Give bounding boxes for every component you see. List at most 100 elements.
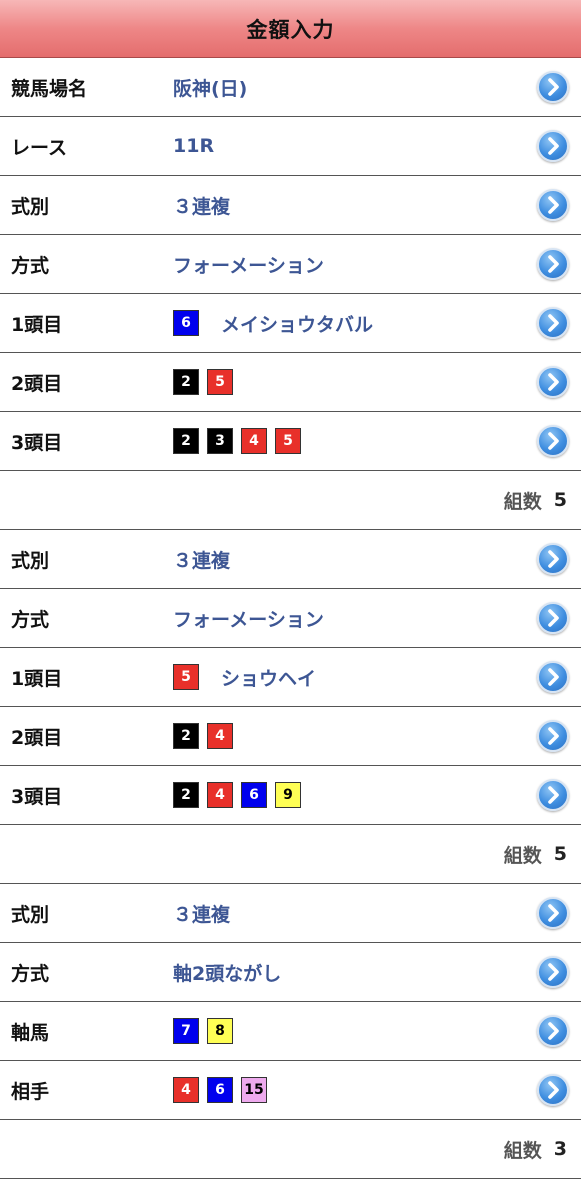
- venue-row-label: 競馬場名: [11, 77, 88, 100]
- horse-number-badge: 5: [275, 428, 301, 454]
- horse-number-badge: 9: [275, 782, 301, 808]
- first-horse-row-value: 6 メイショウタバル: [163, 310, 581, 337]
- combination-count-label: 組数: [503, 490, 542, 513]
- combination-count-value: 3: [553, 1138, 567, 1160]
- chevron-right-icon[interactable]: [537, 1074, 569, 1106]
- horse-number-badge: 7: [173, 1018, 199, 1044]
- chevron-right-icon[interactable]: [537, 543, 569, 575]
- value-text: フォーメーション: [173, 608, 324, 631]
- first-horse-row-label: 1頭目: [11, 313, 63, 336]
- chevron-right-icon[interactable]: [537, 130, 569, 162]
- partner-horse-row-value: 4 6 15: [163, 1077, 581, 1103]
- value-text: 軸2頭ながし: [173, 962, 282, 985]
- bet-method-row[interactable]: 方式 軸2頭ながし: [0, 943, 581, 1002]
- axis-horse-row-value: 78: [163, 1018, 581, 1044]
- chevron-right-icon[interactable]: [537, 661, 569, 693]
- horse-number-badge: 6: [207, 1077, 233, 1103]
- third-horse-row-value: 2345: [163, 428, 581, 454]
- bet-type-row-label: 式別: [11, 549, 50, 572]
- bet-type-row-value: ３連複: [163, 900, 581, 927]
- combination-count-row: 組数 3: [0, 1120, 581, 1179]
- horse-number-badge: 5: [207, 369, 233, 395]
- chevron-right-icon[interactable]: [537, 71, 569, 103]
- chevron-right-icon[interactable]: [537, 425, 569, 457]
- axis-horse-row[interactable]: 軸馬 7 8: [0, 1002, 581, 1061]
- third-horse-row-label: 3頭目: [11, 785, 63, 808]
- bet-method-row-label: 方式: [11, 962, 50, 985]
- bet-method-row[interactable]: 方式 フォーメーション: [0, 589, 581, 648]
- axis-horse-row-label: 軸馬: [11, 1021, 50, 1044]
- partner-horse-row[interactable]: 相手 4 6 15: [0, 1061, 581, 1120]
- third-horse-row-value: 2469: [163, 782, 581, 808]
- race-row[interactable]: レース 11R: [0, 117, 581, 176]
- chevron-right-icon[interactable]: [537, 1015, 569, 1047]
- bet-type-row[interactable]: 式別 ３連複: [0, 884, 581, 943]
- value-text: ３連複: [173, 903, 231, 926]
- horse-number-badge: 4: [241, 428, 267, 454]
- bet-type-row-label: 式別: [11, 195, 50, 218]
- value-text: フォーメーション: [173, 254, 324, 277]
- bet-method-row-value: フォーメーション: [163, 251, 581, 278]
- partner-horse-row-label: 相手: [11, 1080, 50, 1103]
- first-horse-row-label: 1頭目: [11, 667, 63, 690]
- chevron-right-icon[interactable]: [537, 897, 569, 929]
- combination-count-value: 5: [553, 843, 567, 865]
- chevron-right-icon[interactable]: [537, 956, 569, 988]
- chevron-right-icon[interactable]: [537, 720, 569, 752]
- third-horse-row[interactable]: 3頭目 2 4 6 9: [0, 766, 581, 825]
- second-horse-row[interactable]: 2頭目 2 5: [0, 353, 581, 412]
- value-text: ３連複: [173, 195, 231, 218]
- bet-type-row-value: ３連複: [163, 546, 581, 573]
- second-horse-row-label: 2頭目: [11, 372, 63, 395]
- bet-type-row-label: 式別: [11, 903, 50, 926]
- header-bar: 金額入力: [0, 0, 581, 58]
- bet-type-row[interactable]: 式別 ３連複: [0, 176, 581, 235]
- horse-number-badge: 15: [241, 1077, 267, 1103]
- race-row-label: レース: [11, 136, 68, 159]
- chevron-right-icon[interactable]: [537, 602, 569, 634]
- bet-list: 競馬場名 阪神(日) レース 11R 式別 ３連複 方式 フォーメーション 1頭目 6 メイショウタ…: [0, 58, 581, 1179]
- horse-number-badge: 4: [207, 723, 233, 749]
- chevron-right-icon[interactable]: [537, 189, 569, 221]
- horse-name: ショウヘイ: [221, 667, 317, 690]
- horse-number-badge: 2: [173, 369, 199, 395]
- horse-number-badge: 2: [173, 723, 199, 749]
- second-horse-row-value: 24: [163, 723, 581, 749]
- horse-name: メイショウタバル: [221, 313, 374, 336]
- horse-number-badge: 6: [173, 310, 199, 336]
- value-text: 11R: [173, 135, 215, 157]
- horse-number-badge: 6: [241, 782, 267, 808]
- horse-number-badge: 4: [207, 782, 233, 808]
- combination-count-label: 組数: [503, 844, 542, 867]
- second-horse-row[interactable]: 2頭目 2 4: [0, 707, 581, 766]
- bet-method-row-value: フォーメーション: [163, 605, 581, 632]
- venue-row[interactable]: 競馬場名 阪神(日): [0, 58, 581, 117]
- first-horse-row[interactable]: 1頭目 5 ショウヘイ: [0, 648, 581, 707]
- second-horse-row-label: 2頭目: [11, 726, 63, 749]
- horse-number-badge: 2: [173, 782, 199, 808]
- combination-count-row: 組数 5: [0, 471, 581, 530]
- bet-method-row-label: 方式: [11, 254, 50, 277]
- bet-method-row[interactable]: 方式 フォーメーション: [0, 235, 581, 294]
- third-horse-row[interactable]: 3頭目 2 3 4 5: [0, 412, 581, 471]
- value-text: ３連複: [173, 549, 231, 572]
- horse-number-badge: 4: [173, 1077, 199, 1103]
- first-horse-row-value: 5 ショウヘイ: [163, 664, 581, 691]
- chevron-right-icon[interactable]: [537, 248, 569, 280]
- bet-type-row[interactable]: 式別 ３連複: [0, 530, 581, 589]
- horse-number-badge: 2: [173, 428, 199, 454]
- bet-method-row-label: 方式: [11, 608, 50, 631]
- first-horse-row[interactable]: 1頭目 6 メイショウタバル: [0, 294, 581, 353]
- page-title: 金額入力: [246, 17, 335, 42]
- combination-count-row: 組数 5: [0, 825, 581, 884]
- chevron-right-icon[interactable]: [537, 779, 569, 811]
- second-horse-row-value: 25: [163, 369, 581, 395]
- chevron-right-icon[interactable]: [537, 307, 569, 339]
- venue-row-value: 阪神(日): [163, 74, 581, 101]
- value-text: 阪神(日): [173, 77, 248, 100]
- chevron-right-icon[interactable]: [537, 366, 569, 398]
- race-row-value: 11R: [163, 135, 581, 157]
- bet-method-row-value: 軸2頭ながし: [163, 959, 581, 986]
- combination-count-label: 組数: [503, 1139, 542, 1162]
- horse-number-badge: 3: [207, 428, 233, 454]
